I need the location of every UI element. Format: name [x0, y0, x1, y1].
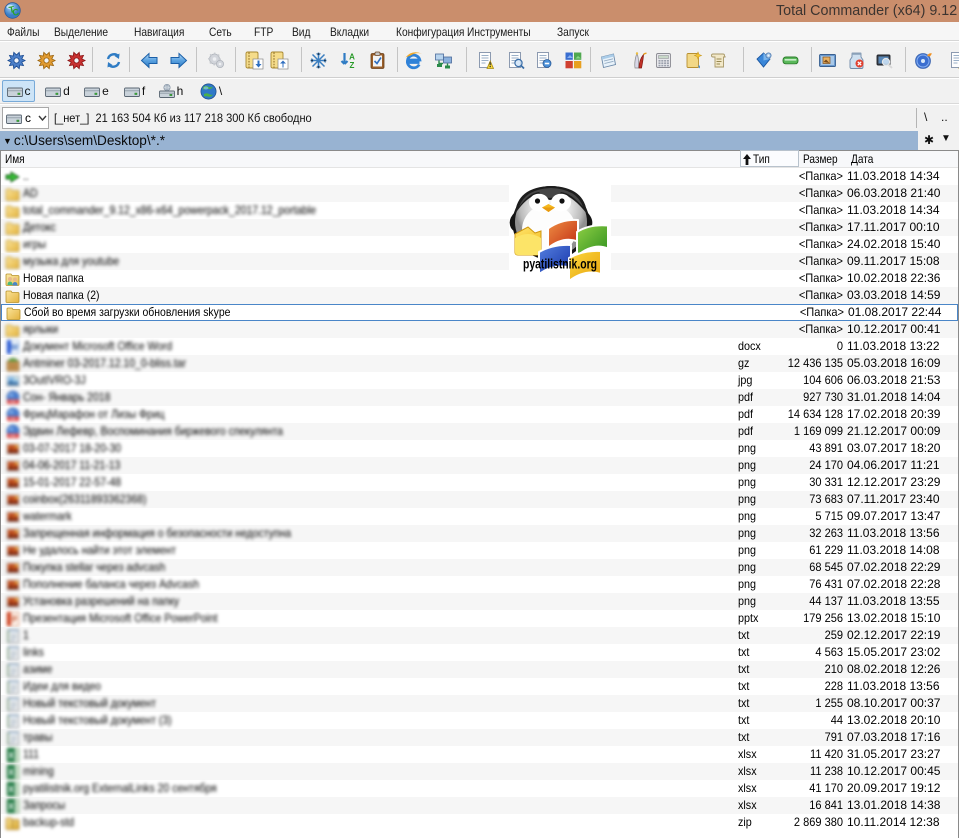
svg-text:pyatilistnik.org: pyatilistnik.org: [523, 257, 597, 272]
svg-text:X: X: [8, 751, 14, 761]
svg-text:PDF: PDF: [9, 417, 17, 421]
svg-text:X: X: [8, 785, 14, 795]
svg-text:P: P: [12, 615, 18, 624]
svg-text:PDF: PDF: [9, 400, 17, 404]
svg-text:Z: Z: [350, 61, 355, 70]
svg-text:X: X: [8, 802, 14, 812]
svg-text:W: W: [11, 343, 19, 352]
svg-text:PDF: PDF: [9, 434, 17, 438]
svg-text:X: X: [8, 768, 14, 778]
